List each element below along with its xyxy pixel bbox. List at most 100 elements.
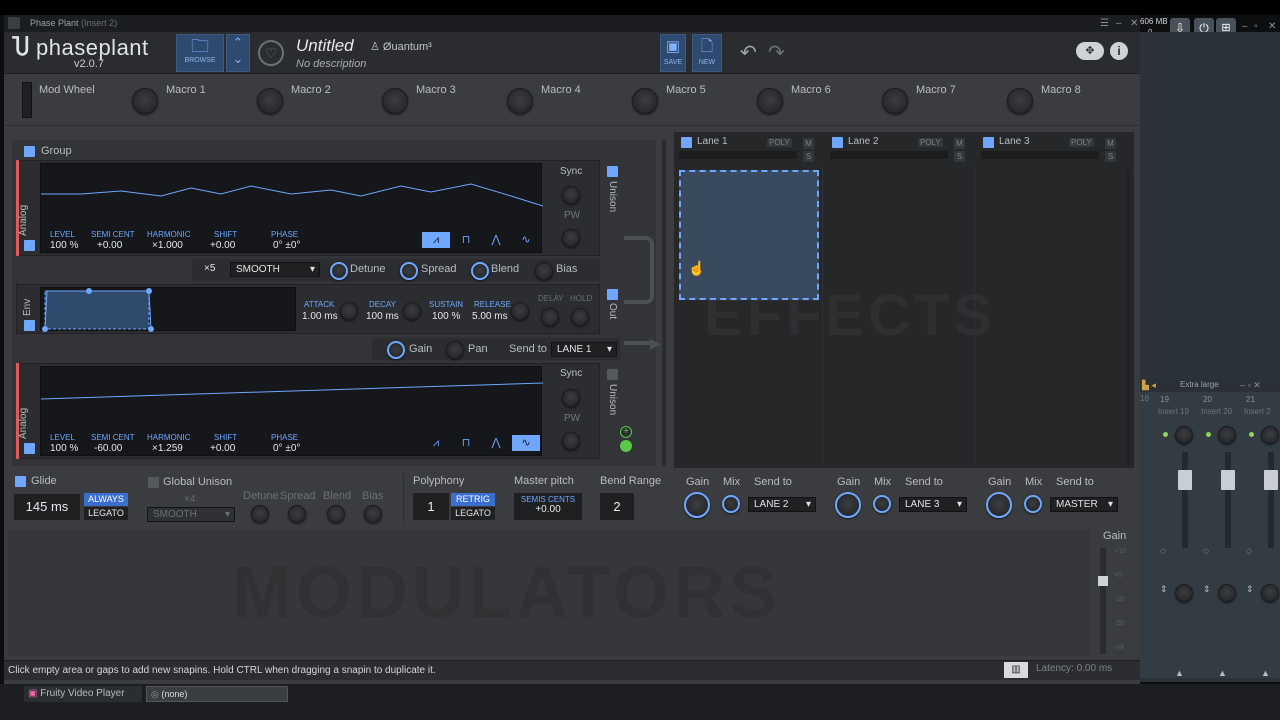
insert-route-icon[interactable]: ◌ (1160, 546, 1166, 557)
insert-fader[interactable] (1178, 470, 1192, 490)
preset-description[interactable]: No description (296, 58, 366, 70)
insert-fader-track[interactable] (1268, 452, 1274, 548)
lane-1-mute-button[interactable]: M (803, 138, 814, 149)
master-gain-meter[interactable] (1100, 548, 1106, 654)
saw-wave-icon[interactable]: ⩘ (422, 435, 450, 451)
release-value[interactable]: 5.00 ms (472, 311, 508, 322)
insert-stereo-knob[interactable] (1175, 584, 1193, 602)
osc2-enable-checkbox[interactable] (24, 443, 35, 454)
sustain-value[interactable]: 100 % (432, 311, 460, 322)
mod-wheel-slider[interactable] (22, 82, 32, 118)
minimize-icon[interactable]: – (1116, 15, 1122, 32)
gu-blend-knob[interactable] (327, 505, 345, 523)
chevron-up-icon[interactable]: ⌃ (227, 35, 249, 51)
square-wave-icon[interactable]: ⊓ (452, 435, 480, 451)
undo-icon[interactable]: ↶ (740, 40, 757, 65)
taskbar-selector[interactable]: ◎ (none) (146, 686, 288, 702)
lanes-scrollbar[interactable] (1126, 170, 1130, 466)
osc1-phase[interactable]: 0° ±0° (273, 240, 300, 251)
attack-value[interactable]: 1.00 ms (302, 311, 338, 322)
window-menu-icon[interactable]: ☰ (1100, 15, 1109, 32)
env-enable-checkbox[interactable] (24, 320, 35, 331)
attack-knob[interactable] (340, 302, 358, 320)
retrig-button[interactable]: RETRIG (451, 493, 495, 506)
bend-range-value[interactable]: 2 (600, 493, 634, 520)
osc1-sync-knob[interactable] (562, 186, 580, 204)
add-generator-icon[interactable]: + (620, 426, 632, 438)
macro-6-knob[interactable] (757, 88, 783, 114)
macro-7-knob[interactable] (882, 88, 908, 114)
gu-bias-knob[interactable] (364, 505, 382, 523)
insert-led[interactable] (1249, 432, 1254, 437)
polyphony-value[interactable]: 1 (413, 493, 449, 520)
osc1-level[interactable]: 100 % (50, 240, 78, 251)
global-unison-voices[interactable]: ×4 (184, 494, 195, 505)
insert-stereo-knob[interactable] (1218, 584, 1236, 602)
osc2-phase[interactable]: 0° ±0° (273, 443, 300, 454)
output-gain-knob[interactable] (387, 341, 405, 359)
glide-value[interactable]: 145 ms (14, 494, 80, 520)
lane-1-send-dropdown[interactable]: LANE 2 ▾ (748, 497, 816, 512)
output-pan-knob[interactable] (446, 341, 464, 359)
preset-name[interactable]: Untitled (296, 36, 354, 56)
bias-knob[interactable] (535, 262, 553, 280)
gu-detune-knob[interactable] (251, 505, 269, 523)
osc2-level[interactable]: 100 % (50, 443, 78, 454)
lane-3-checkbox[interactable] (983, 137, 994, 148)
lane-2-send-dropdown[interactable]: LANE 3 ▾ (899, 497, 967, 512)
osc2-pw-knob[interactable] (562, 432, 580, 450)
close-icon[interactable]: ✕ (1130, 15, 1138, 32)
macro-5-knob[interactable] (632, 88, 658, 114)
lane-1-solo-button[interactable]: S (803, 151, 814, 162)
piano-keyboard-icon[interactable]: ▥ (1004, 662, 1028, 678)
global-unison-checkbox[interactable] (148, 477, 159, 488)
glide-checkbox[interactable] (15, 476, 26, 487)
hold-knob[interactable] (571, 308, 589, 326)
decay-knob[interactable] (403, 302, 421, 320)
insert-fader[interactable] (1264, 470, 1278, 490)
new-button[interactable]: 🗋 NEW (692, 34, 722, 72)
osc1-shift[interactable]: +0.00 (210, 240, 235, 251)
chevron-down-icon[interactable]: ⌄ (227, 51, 249, 67)
insert-fader[interactable] (1221, 470, 1235, 490)
insert-fader-track[interactable] (1182, 452, 1188, 548)
gu-spread-knob[interactable] (288, 505, 306, 523)
osc2-unison-checkbox[interactable] (607, 369, 618, 380)
lane-2-mix-knob[interactable] (873, 495, 891, 513)
poly-legato-button[interactable]: LEGATO (451, 507, 495, 520)
unison-mode-dropdown[interactable]: SMOOTH ▾ (230, 262, 320, 277)
osc2-sync-knob[interactable] (562, 389, 580, 407)
lane-2-gain-knob[interactable] (835, 492, 861, 518)
lane-3-gain-knob[interactable] (986, 492, 1012, 518)
unison-voices[interactable]: ×5 (204, 263, 215, 274)
insert-pan-knob[interactable] (1261, 426, 1279, 444)
gamepad-icon[interactable]: ✥ (1076, 42, 1104, 60)
triangle-wave-icon[interactable]: ⋀ (482, 435, 510, 451)
lane-1-mix-knob[interactable] (722, 495, 740, 513)
osc2-semi[interactable]: -60.00 (94, 443, 122, 454)
saw-wave-icon[interactable]: ⩘ (422, 232, 450, 248)
lane-1-checkbox[interactable] (681, 137, 692, 148)
send-to-dropdown[interactable]: LANE 1 ▾ (551, 342, 617, 357)
lane-1-poly-button[interactable]: POLY (767, 138, 792, 147)
lane-3-poly-button[interactable]: POLY (1069, 138, 1094, 147)
glide-always-button[interactable]: ALWAYS (84, 493, 128, 506)
glide-legato-button[interactable]: LEGATO (84, 507, 128, 520)
insert-swap-icon[interactable]: ⇕ (1246, 584, 1254, 595)
sine-wave-icon[interactable]: ∿ (512, 435, 540, 451)
lane-3-mute-button[interactable]: M (1105, 138, 1116, 149)
osc1-pw-knob[interactable] (562, 229, 580, 247)
macro-1-knob[interactable] (132, 88, 158, 114)
group-enable-checkbox[interactable] (24, 146, 35, 157)
square-wave-icon[interactable]: ⊓ (452, 232, 480, 248)
blend-knob[interactable] (471, 262, 489, 280)
lane-2-solo-button[interactable]: S (954, 151, 965, 162)
lane-2-checkbox[interactable] (832, 137, 843, 148)
insert-led[interactable] (1206, 432, 1211, 437)
osc2-harmonic[interactable]: ×1.259 (152, 443, 183, 454)
lane-3-mix-knob[interactable] (1024, 495, 1042, 513)
osc2-shift[interactable]: +0.00 (210, 443, 235, 454)
browse-button[interactable]: 🗀 BROWSE (176, 34, 224, 72)
heart-icon[interactable]: ♡ (258, 40, 284, 66)
lane-3-send-dropdown[interactable]: MASTER ▾ (1050, 497, 1118, 512)
